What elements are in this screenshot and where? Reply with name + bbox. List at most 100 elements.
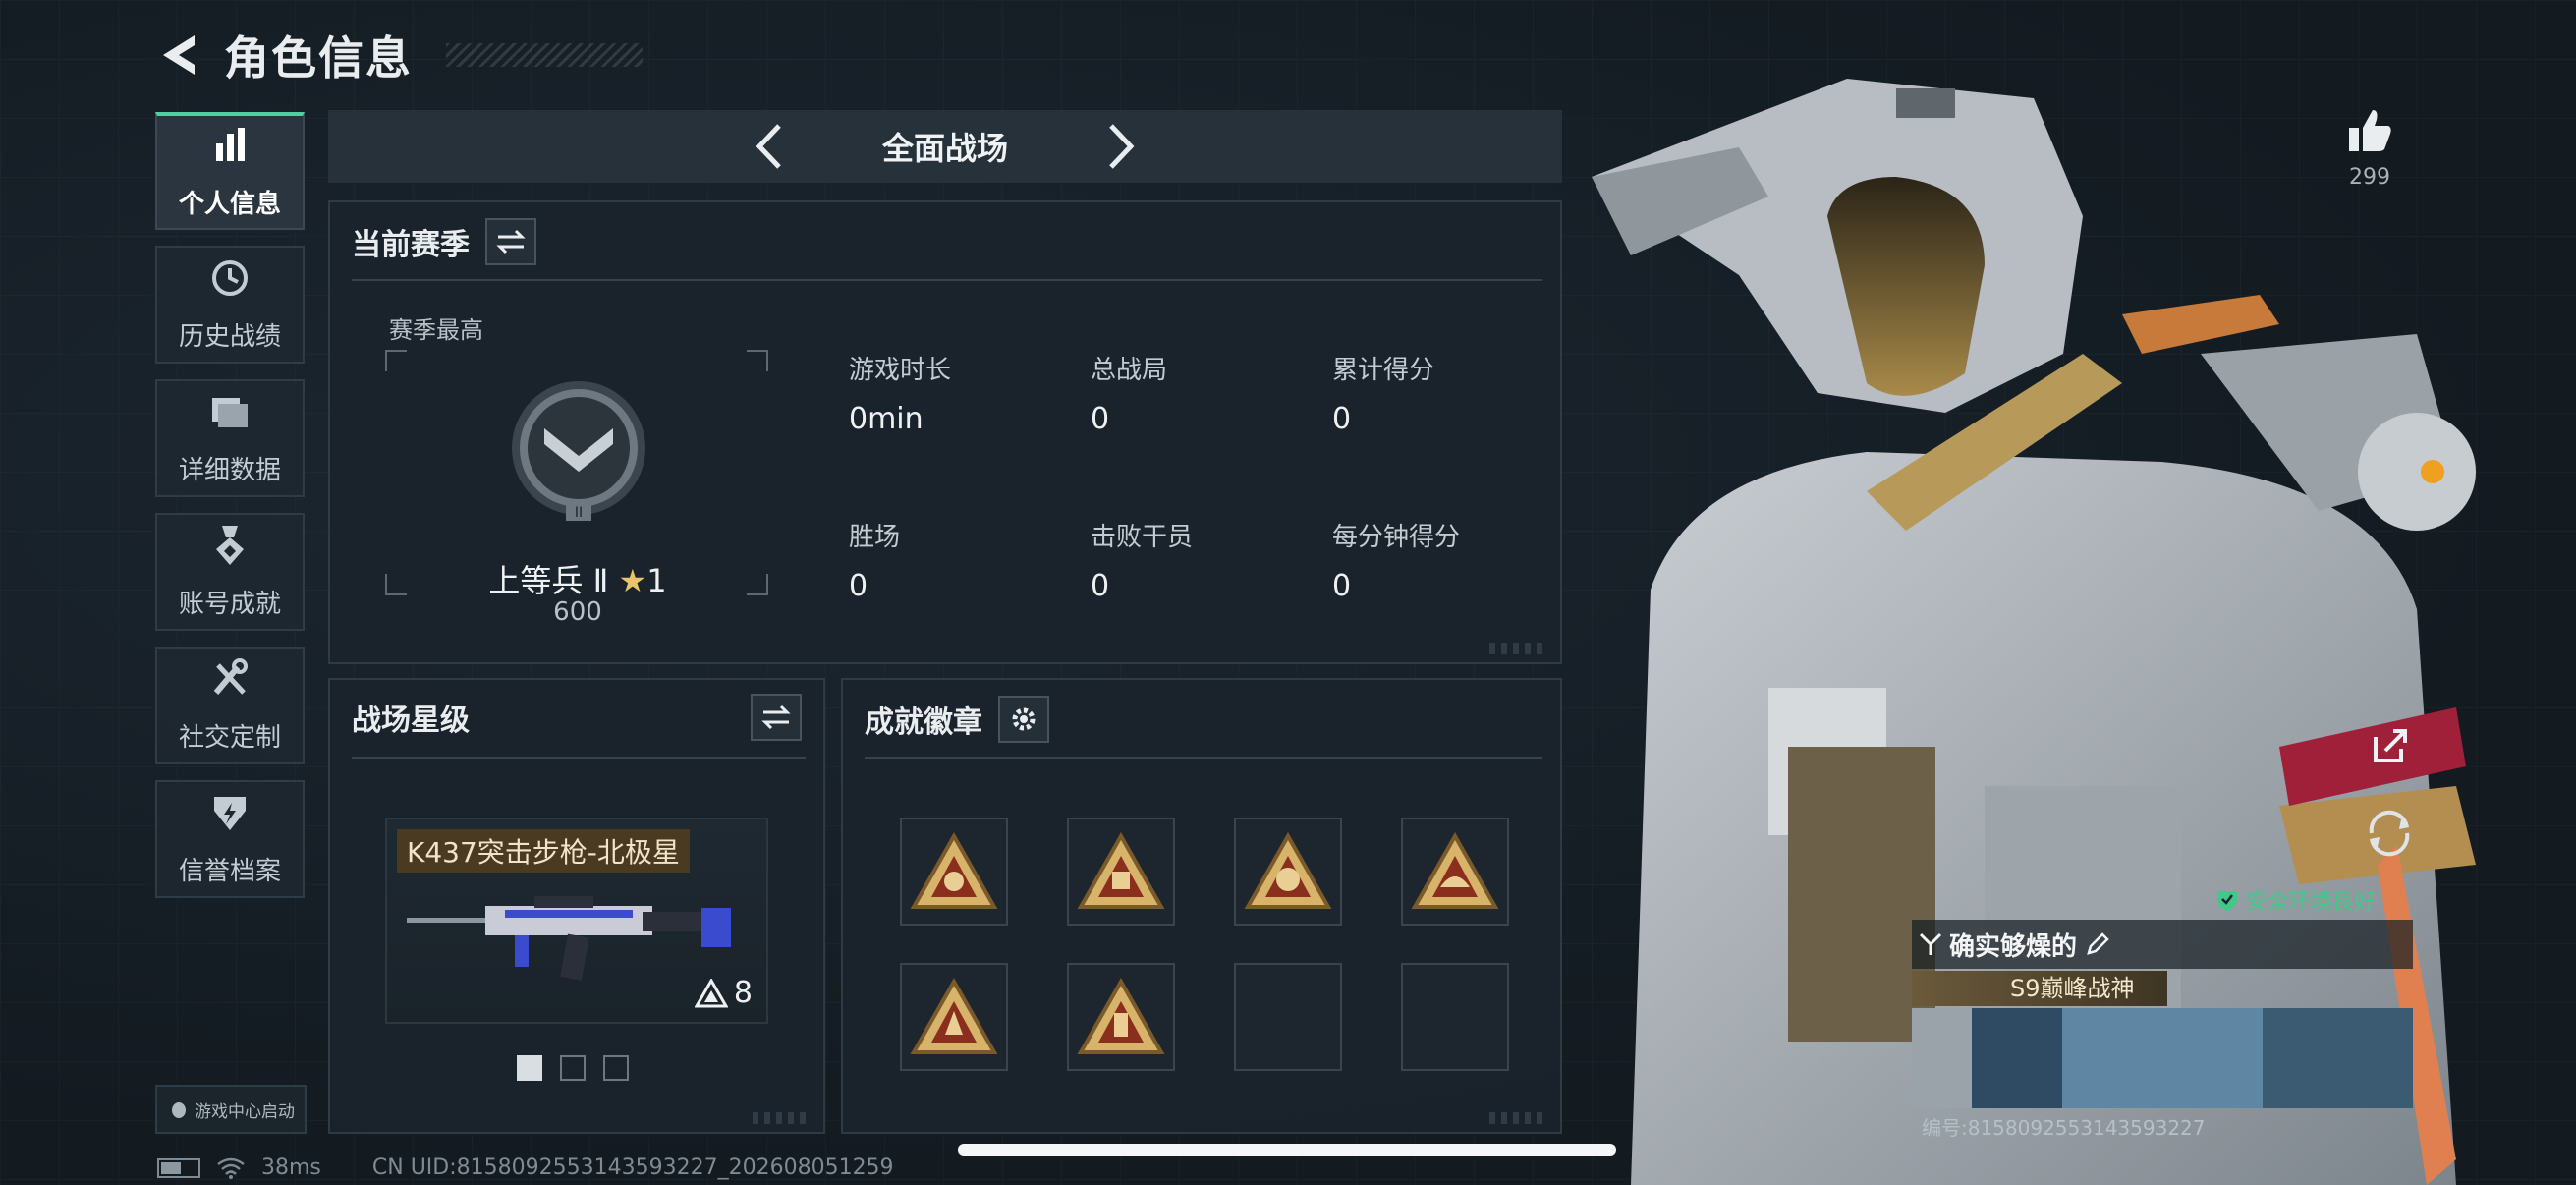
weapon-name: K437突击步枪-北极星	[397, 829, 690, 873]
sidebar-item-personal-info[interactable]: 个人信息	[155, 112, 305, 230]
badge-slot-2[interactable]	[1067, 818, 1175, 926]
sidebar-item-label: 个人信息	[178, 190, 281, 219]
edit-pencil-icon[interactable]	[2083, 930, 2112, 959]
antenna-icon	[1919, 932, 1942, 955]
chevron-left-icon	[756, 124, 781, 169]
season-best-label: 赛季最高	[389, 316, 483, 344]
badge-slot-empty[interactable]	[1401, 963, 1509, 1071]
sidebar-item-achievements[interactable]: 账号成就	[155, 513, 305, 631]
gold-badge-icon	[1077, 832, 1165, 909]
gold-badge-icon	[1411, 832, 1499, 909]
swap-icon	[496, 229, 526, 254]
rank-points: 600	[553, 597, 602, 627]
share-button[interactable]	[2368, 723, 2411, 766]
header: 角色信息	[157, 26, 643, 85]
badge-slot-3[interactable]	[1234, 818, 1342, 926]
gold-badge-icon	[1244, 832, 1332, 909]
battery-icon	[157, 1157, 200, 1178]
page-dot-1[interactable]	[517, 1055, 542, 1081]
stat-score-per-min: 每分钟得分 0	[1332, 523, 1461, 603]
badges-settings-button[interactable]	[998, 696, 1049, 743]
mode-label: 全面战场	[881, 130, 1009, 167]
sidebar-item-social[interactable]: 社交定制	[155, 647, 305, 764]
stat-play-time: 游戏时长 0min	[849, 356, 952, 436]
title-decoration	[446, 43, 643, 67]
rotate-model-button[interactable]	[2362, 806, 2417, 861]
sidebar: 个人信息 历史战绩 详细数据 账号成就 社交定制 信誉档案	[155, 112, 305, 914]
shield-check-icon	[2217, 891, 2237, 911]
page-dot-3[interactable]	[603, 1055, 629, 1081]
rank-emblem-icon[interactable]: II	[505, 379, 652, 527]
sidebar-item-credit[interactable]: 信誉档案	[155, 780, 305, 898]
home-indicator[interactable]	[958, 1144, 1616, 1156]
badge-slot-1[interactable]	[900, 818, 1008, 926]
prev-mode-button[interactable]	[749, 117, 788, 176]
penguin-icon	[172, 1102, 186, 1118]
ping-value: 38ms	[261, 1156, 321, 1180]
divider	[352, 279, 1542, 281]
pagination	[517, 1055, 629, 1081]
star-icon: ★	[618, 562, 647, 599]
game-center-launch[interactable]: 游戏中心启动	[155, 1085, 307, 1134]
sidebar-item-label: 账号成就	[178, 590, 281, 619]
battlefield-panel-title: 战场星级	[352, 704, 470, 738]
history-clock-icon	[208, 256, 252, 307]
sidebar-item-details[interactable]: 详细数据	[155, 379, 305, 497]
chevron-right-icon	[1109, 124, 1135, 169]
season-swap-button[interactable]	[485, 218, 536, 265]
battlefield-panel-header: 战场星级	[352, 696, 802, 739]
triangle-rank-icon	[694, 978, 728, 1007]
back-arrow-icon[interactable]	[157, 31, 200, 79]
status-footer: 38ms CN UID:8158092553143593227_20260805…	[157, 1156, 894, 1180]
badge-slot-5[interactable]	[900, 963, 1008, 1071]
gold-badge-icon	[1077, 978, 1165, 1054]
rifle-icon	[407, 896, 731, 981]
like-button[interactable]: 299	[2340, 106, 2399, 190]
sidebar-item-label: 历史战绩	[178, 322, 281, 352]
like-count: 299	[2349, 165, 2390, 190]
player-name: 确实够燥的	[1949, 931, 2078, 962]
rank-star-count: 1	[646, 562, 667, 599]
share-icon	[2374, 729, 2407, 762]
wifi-icon	[217, 1157, 245, 1179]
shield-icon	[208, 791, 252, 841]
achievement-badges-panel: 成就徽章	[841, 678, 1562, 1134]
next-mode-button[interactable]	[1102, 117, 1142, 176]
badge-slot-6[interactable]	[1067, 963, 1175, 1071]
badge-grid	[900, 818, 1509, 1071]
card-uid: 编号:8158092553143593227	[1922, 1116, 2206, 1140]
corner-decoration	[1489, 1112, 1548, 1124]
tools-icon	[208, 657, 252, 707]
swap-icon	[761, 705, 791, 730]
page-dot-2[interactable]	[560, 1055, 586, 1081]
badges-panel-title: 成就徽章	[865, 705, 982, 740]
badge-slot-empty[interactable]	[1234, 963, 1342, 1071]
medal-icon	[208, 524, 252, 574]
folder-icon	[208, 390, 252, 440]
battlefield-star-panel: 战场星级 K437突击步枪-北极星 8	[328, 678, 825, 1134]
corner-decoration	[1489, 643, 1548, 654]
page-title: 角色信息	[224, 31, 413, 85]
weapon-star-level: 8	[694, 976, 753, 1010]
sidebar-item-label: 信誉档案	[178, 857, 281, 886]
stat-kills: 击败干员 0	[1091, 523, 1194, 603]
battlefield-swap-button[interactable]	[751, 694, 802, 741]
weapon-card[interactable]: K437突击步枪-北极星 8	[385, 818, 768, 1024]
gear-icon	[1012, 707, 1036, 731]
badge-slot-4[interactable]	[1401, 818, 1509, 926]
sidebar-item-history[interactable]: 历史战绩	[155, 246, 305, 364]
rotate-icon	[2369, 810, 2410, 857]
stat-total-matches: 总战局 0	[1091, 356, 1168, 436]
sidebar-item-label: 详细数据	[178, 456, 281, 485]
safe-environment-status: 安全环境良好	[2214, 884, 2376, 916]
player-card[interactable]: 确实够燥的 S9巅峰战神 编号:8158092553143593227	[1912, 920, 2413, 1148]
badges-panel-header: 成就徽章	[865, 696, 1049, 743]
bar-chart-icon	[208, 124, 252, 174]
season-panel-title: 当前赛季	[352, 228, 470, 262]
player-name-row: 确实够燥的	[1912, 920, 2413, 969]
mode-selector: 全面战场	[328, 110, 1562, 183]
player-card-banner	[1912, 1008, 2413, 1108]
corner-decoration	[753, 1112, 812, 1124]
season-panel-header: 当前赛季	[352, 218, 536, 265]
stat-wins: 胜场 0	[849, 523, 901, 603]
